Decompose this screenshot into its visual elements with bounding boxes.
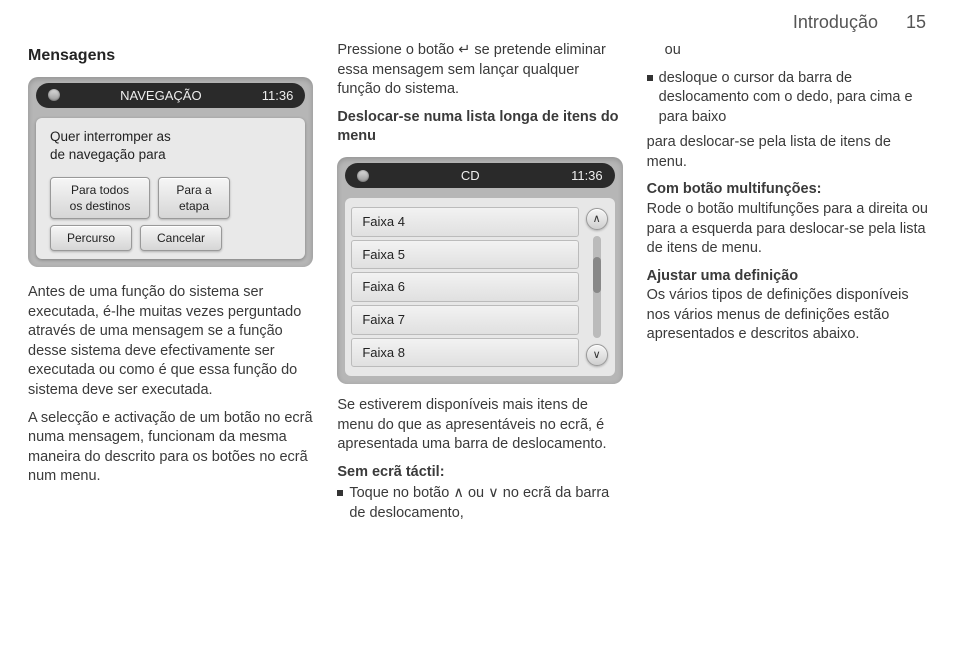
- column-3: ou desloque o cursor da barra de desloca…: [647, 41, 932, 523]
- header-page-number: 15: [906, 12, 926, 33]
- scroll-handle[interactable]: [593, 257, 601, 294]
- return-icon: ↵: [458, 42, 470, 58]
- col2-paragraph-2: Se estiverem disponíveis mais itens de m…: [337, 396, 622, 455]
- list-item[interactable]: Faixa 6: [351, 272, 578, 302]
- col2-paragraph-1: Pressione o botão ↵ se pretende eliminar…: [337, 41, 622, 100]
- btn-cancel[interactable]: Cancelar: [140, 225, 222, 251]
- col2-subheading-scroll: Deslocar-se numa lista longa de itens do…: [337, 108, 622, 147]
- btn-step[interactable]: Para a etapa: [158, 177, 230, 219]
- mensagens-heading: Mensagens: [28, 45, 313, 67]
- column-1: Mensagens NAVEGAÇÃO 11:36 Quer interromp…: [28, 41, 313, 523]
- scroll-track[interactable]: [593, 236, 601, 338]
- list-screenshot: CD 11:36 Faixa 4 Faixa 5 Faixa 6 Faixa 7…: [337, 157, 622, 384]
- col3-bullet: desloque o cursor da barra de deslocamen…: [647, 69, 932, 128]
- list-clock: 11:36: [571, 167, 603, 185]
- list-item[interactable]: Faixa 7: [351, 305, 578, 335]
- btn-all-destinations[interactable]: Para todos os destinos: [50, 177, 150, 219]
- col1-paragraph-1: Antes de uma função do sistema ser execu…: [28, 283, 313, 400]
- disc-icon: [48, 89, 60, 101]
- col3-or: ou: [665, 41, 932, 61]
- dialog-titlebar: NAVEGAÇÃO 11:36: [36, 83, 305, 109]
- dialog-title: NAVEGAÇÃO: [120, 87, 201, 105]
- list-item[interactable]: Faixa 5: [351, 240, 578, 270]
- col3-paragraph-1: para deslocar-se pela lista de itens de …: [647, 133, 932, 172]
- scroll-down-icon[interactable]: ∨: [586, 344, 608, 366]
- scrollbar: ∧ ∨: [585, 204, 609, 370]
- page-header: Introdução 15: [28, 12, 932, 33]
- col3-subheading-adjust: Ajustar uma definição: [647, 268, 798, 284]
- scroll-up-icon[interactable]: ∧: [586, 208, 608, 230]
- col2-subheading-notouch: Sem ecrã táctil:: [337, 463, 622, 483]
- dialog-screenshot: NAVEGAÇÃO 11:36 Quer interromper as de n…: [28, 77, 313, 268]
- dialog-body: Quer interromper as de navegação para Pa…: [36, 118, 305, 259]
- col1-paragraph-2: A selecção e activação de um botão no ec…: [28, 409, 313, 487]
- header-title: Introdução: [793, 12, 878, 33]
- bullet-icon: [337, 490, 343, 496]
- dialog-clock: 11:36: [262, 87, 294, 105]
- dialog-msg-line1: Quer interromper as: [50, 128, 291, 146]
- disc-icon: [357, 170, 369, 182]
- list-item[interactable]: Faixa 8: [351, 338, 578, 368]
- col3-adjust: Ajustar uma definição Os vários tipos de…: [647, 267, 932, 345]
- col3-multifunction: Com botão multifunções: Rode o botão mul…: [647, 180, 932, 258]
- bullet-icon: [647, 75, 653, 81]
- dialog-msg-line2: de navegação para: [50, 146, 291, 164]
- col2-bullet: Toque no botão ∧ ou ∨ no ecrã da barra d…: [337, 484, 622, 523]
- chevron-up-icon: ∧: [453, 485, 464, 501]
- chevron-down-icon: ∨: [488, 485, 499, 501]
- list-item[interactable]: Faixa 4: [351, 207, 578, 237]
- btn-route[interactable]: Percurso: [50, 225, 132, 251]
- col3-subheading-multifunction: Com botão multifunções:: [647, 181, 822, 197]
- list-titlebar: CD 11:36: [345, 163, 614, 189]
- list-title: CD: [461, 167, 480, 185]
- column-2: Pressione o botão ↵ se pretende eliminar…: [337, 41, 622, 523]
